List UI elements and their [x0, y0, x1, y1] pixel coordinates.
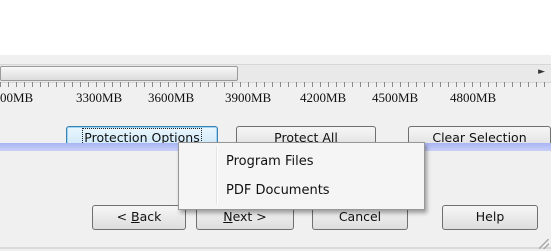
back-button[interactable]: < Back [92, 205, 186, 230]
ruler-label: 4500MB [372, 90, 419, 105]
scrollbar-thumb[interactable] [0, 66, 238, 81]
menu-item-program-files[interactable]: Program Files [179, 148, 424, 176]
horizontal-scrollbar[interactable]: ► [0, 64, 551, 83]
ruler-label: 3600MB [148, 90, 195, 105]
next-label: ext > [232, 209, 267, 224]
ruler-label: 00MB [0, 90, 34, 105]
ruler-label: 3900MB [225, 90, 272, 105]
help-button[interactable]: Help [442, 205, 538, 230]
dialog-bottom-edge [0, 247, 551, 249]
size-ruler [0, 82, 551, 90]
next-accelerator: N [223, 209, 233, 224]
back-prefix: < [116, 209, 132, 224]
protection-options-context-menu: Program Files PDF Documents [178, 142, 425, 210]
cancel-label: Cancel [338, 209, 382, 224]
help-label: Help [475, 209, 505, 224]
ruler-label: 3300MB [76, 90, 123, 105]
ruler-label: 4800MB [450, 90, 497, 105]
back-label: ack [139, 209, 162, 224]
ruler-label: 4200MB [300, 90, 347, 105]
scroll-right-arrow-icon[interactable]: ► [538, 67, 545, 77]
menu-item-pdf-documents[interactable]: PDF Documents [179, 177, 424, 205]
back-accelerator: B [131, 209, 140, 224]
resize-grip-icon[interactable] [539, 239, 549, 249]
